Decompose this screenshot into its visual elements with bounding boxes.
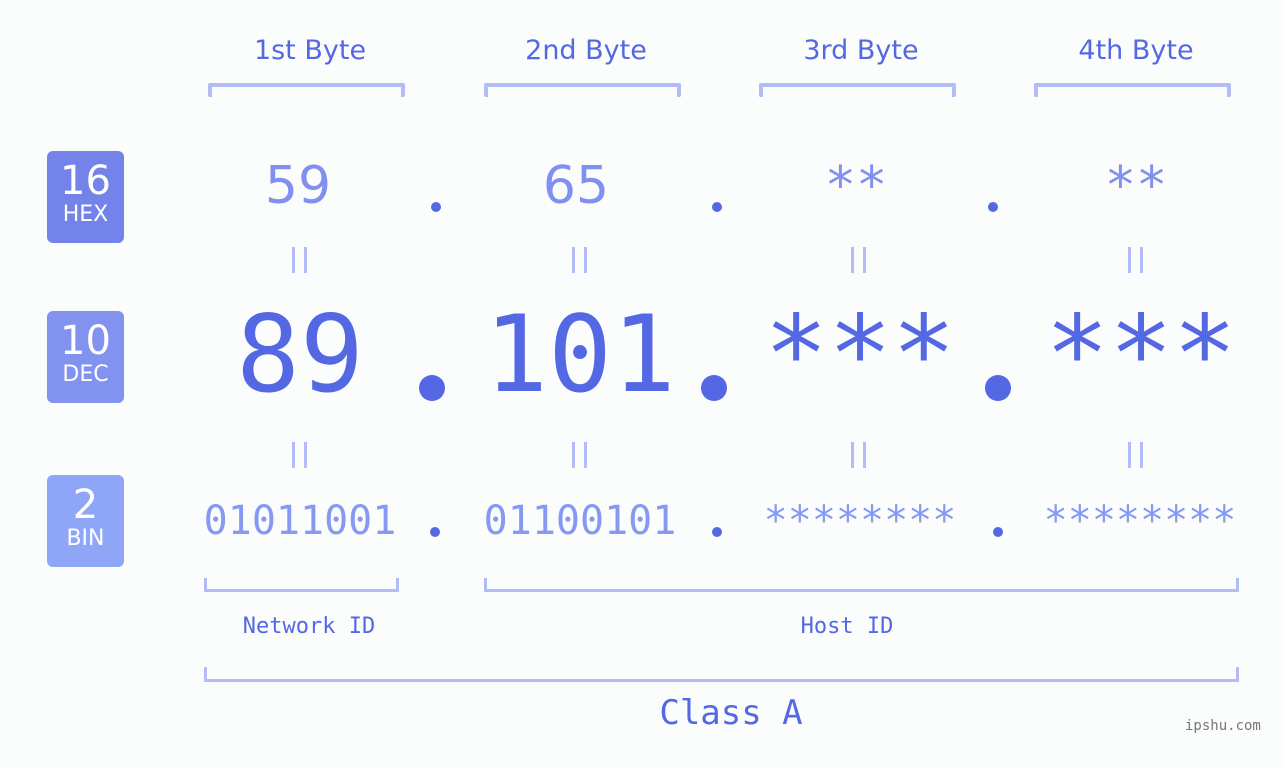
dec-octet-4: ***	[1045, 293, 1237, 416]
byte-bracket-1	[208, 83, 405, 97]
host-id-bracket	[484, 578, 1239, 592]
hex-badge: 16 HEX	[47, 151, 124, 243]
byte-header-1: 1st Byte	[253, 35, 367, 66]
class-bracket	[204, 667, 1239, 682]
byte-bracket-2	[484, 83, 681, 97]
dec-octet-3: ***	[764, 293, 956, 416]
hex-octet-2: 65	[542, 156, 610, 216]
equals-icon	[291, 442, 308, 468]
bin-label: BIN	[66, 526, 105, 551]
dec-badge: 10 DEC	[47, 311, 124, 403]
bin-octet-4: ********	[1043, 498, 1237, 544]
equals-icon	[850, 247, 867, 273]
hex-octet-1: 59	[264, 156, 332, 216]
bin-dot-2	[712, 527, 722, 537]
hex-dot-1	[431, 202, 441, 212]
dec-dot-2	[701, 375, 727, 401]
dec-base: 10	[60, 318, 111, 364]
bin-octet-1: 01011001	[203, 498, 397, 544]
class-label: Class A	[659, 693, 803, 733]
byte-header-3: 3rd Byte	[803, 35, 919, 66]
network-id-label: Network ID	[242, 614, 376, 639]
equals-icon	[1127, 247, 1144, 273]
byte-header-4: 4th Byte	[1078, 35, 1194, 66]
equals-icon	[571, 247, 588, 273]
equals-icon	[1127, 442, 1144, 468]
hex-octet-4: **	[1104, 156, 1168, 216]
hex-label: HEX	[62, 202, 109, 227]
byte-bracket-3	[759, 83, 956, 97]
equals-icon	[850, 442, 867, 468]
dec-label: DEC	[62, 362, 109, 387]
network-id-bracket	[204, 578, 399, 592]
hex-octet-3: **	[824, 156, 888, 216]
hex-dot-2	[712, 202, 722, 212]
equals-icon	[291, 247, 308, 273]
byte-bracket-4	[1034, 83, 1231, 97]
bin-dot-3	[993, 527, 1003, 537]
host-id-label: Host ID	[800, 614, 894, 639]
dec-dot-1	[419, 375, 445, 401]
watermark: ipshu.com	[1185, 718, 1261, 734]
hex-dot-3	[988, 202, 998, 212]
hex-base: 16	[60, 158, 111, 204]
bin-base: 2	[72, 482, 99, 528]
dec-dot-3	[985, 375, 1011, 401]
bin-octet-3: ********	[763, 498, 957, 544]
bin-dot-1	[430, 527, 440, 537]
dec-octet-2: 101	[484, 293, 676, 416]
dec-octet-1: 89	[236, 293, 364, 416]
equals-icon	[571, 442, 588, 468]
byte-header-2: 2nd Byte	[525, 35, 647, 66]
bin-badge: 2 BIN	[47, 475, 124, 567]
bin-octet-2: 01100101	[483, 498, 677, 544]
